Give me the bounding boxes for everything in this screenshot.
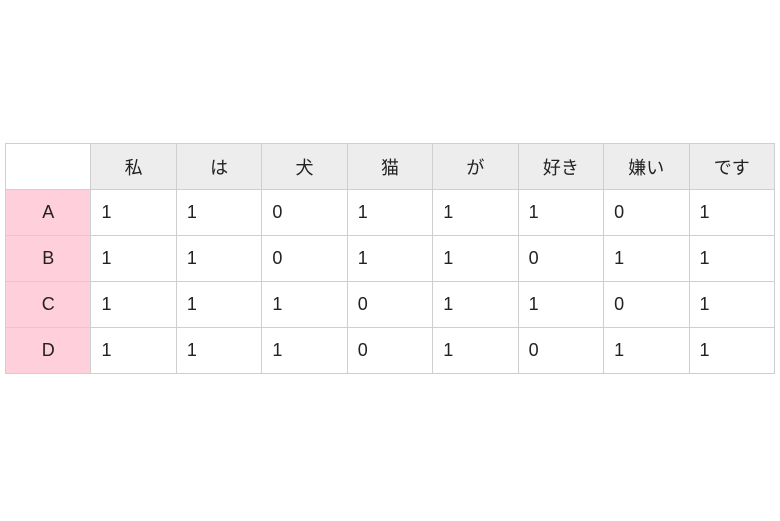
table-row: A 1 1 0 1 1 1 0 1: [6, 190, 775, 236]
data-cell: 1: [91, 190, 176, 236]
data-cell: 1: [689, 328, 775, 374]
table-row: D 1 1 1 0 1 0 1 1: [6, 328, 775, 374]
row-header: B: [6, 236, 91, 282]
data-cell: 0: [347, 282, 432, 328]
data-cell: 1: [176, 328, 261, 374]
data-cell: 0: [347, 328, 432, 374]
table-row: B 1 1 0 1 1 0 1 1: [6, 236, 775, 282]
row-header: D: [6, 328, 91, 374]
data-cell: 1: [689, 236, 775, 282]
data-cell: 1: [347, 190, 432, 236]
data-cell: 0: [604, 190, 689, 236]
data-cell: 1: [433, 282, 518, 328]
data-cell: 0: [604, 282, 689, 328]
data-cell: 1: [91, 236, 176, 282]
col-header: です: [689, 144, 775, 190]
corner-cell: [6, 144, 91, 190]
data-cell: 1: [689, 282, 775, 328]
row-header: C: [6, 282, 91, 328]
data-cell: 0: [262, 190, 347, 236]
data-cell: 1: [433, 236, 518, 282]
data-cell: 1: [91, 328, 176, 374]
col-header: 犬: [262, 144, 347, 190]
table-row: C 1 1 1 0 1 1 0 1: [6, 282, 775, 328]
data-table: 私 は 犬 猫 が 好き 嫌い です A 1 1 0 1 1 1 0 1: [5, 143, 775, 374]
data-cell: 0: [262, 236, 347, 282]
data-cell: 1: [176, 282, 261, 328]
row-header: A: [6, 190, 91, 236]
data-cell: 1: [176, 190, 261, 236]
data-cell: 1: [176, 236, 261, 282]
data-cell: 1: [262, 328, 347, 374]
col-header: 嫌い: [604, 144, 689, 190]
data-cell: 1: [433, 328, 518, 374]
col-header: 好き: [518, 144, 603, 190]
header-row: 私 は 犬 猫 が 好き 嫌い です: [6, 144, 775, 190]
data-cell: 1: [262, 282, 347, 328]
col-header: 私: [91, 144, 176, 190]
col-header: 猫: [347, 144, 432, 190]
data-cell: 1: [518, 282, 603, 328]
data-cell: 1: [518, 190, 603, 236]
data-cell: 0: [518, 328, 603, 374]
data-cell: 1: [433, 190, 518, 236]
col-header: が: [433, 144, 518, 190]
data-cell: 1: [347, 236, 432, 282]
col-header: は: [176, 144, 261, 190]
data-cell: 1: [91, 282, 176, 328]
data-cell: 1: [689, 190, 775, 236]
data-cell: 0: [518, 236, 603, 282]
data-cell: 1: [604, 328, 689, 374]
data-cell: 1: [604, 236, 689, 282]
